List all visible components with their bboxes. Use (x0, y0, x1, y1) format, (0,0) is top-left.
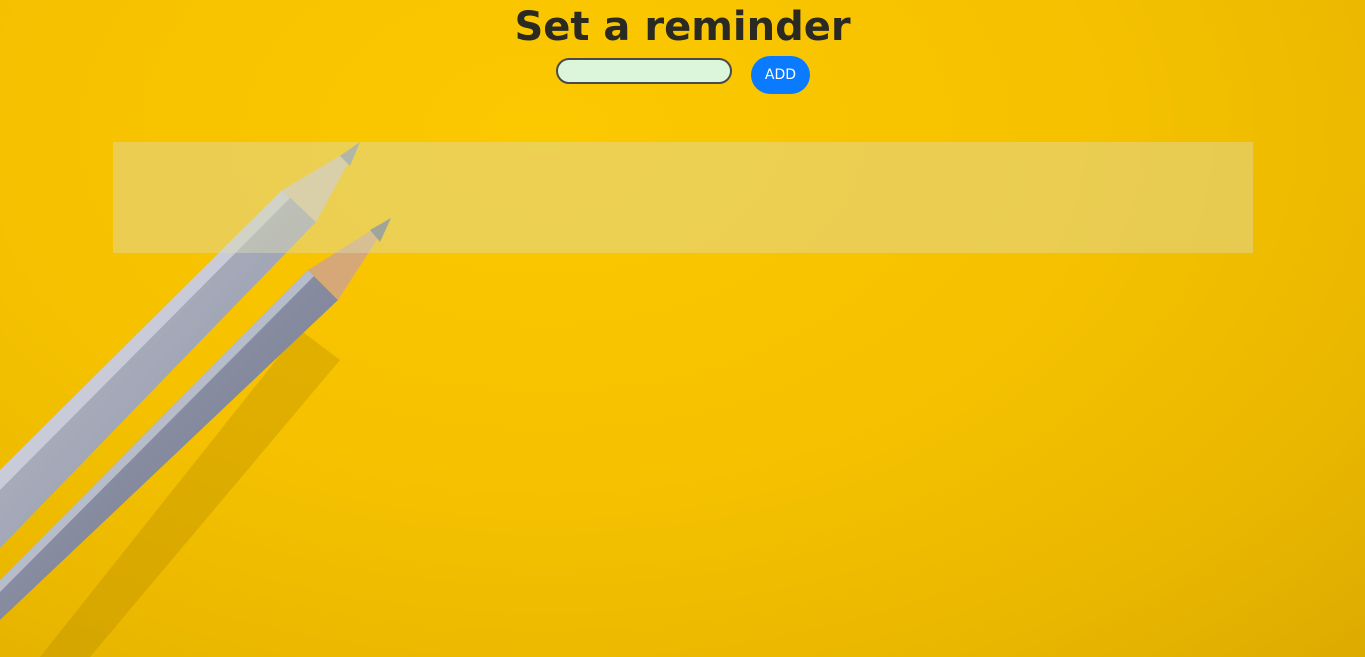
page-title: Set a reminder (514, 4, 851, 50)
header: Set a reminder (0, 0, 1365, 50)
reminder-input[interactable] (556, 58, 732, 84)
reminder-form: ADD (556, 56, 816, 94)
add-button[interactable]: ADD (751, 56, 810, 94)
pencils-background-image (0, 142, 391, 657)
reminder-list (113, 142, 1253, 253)
